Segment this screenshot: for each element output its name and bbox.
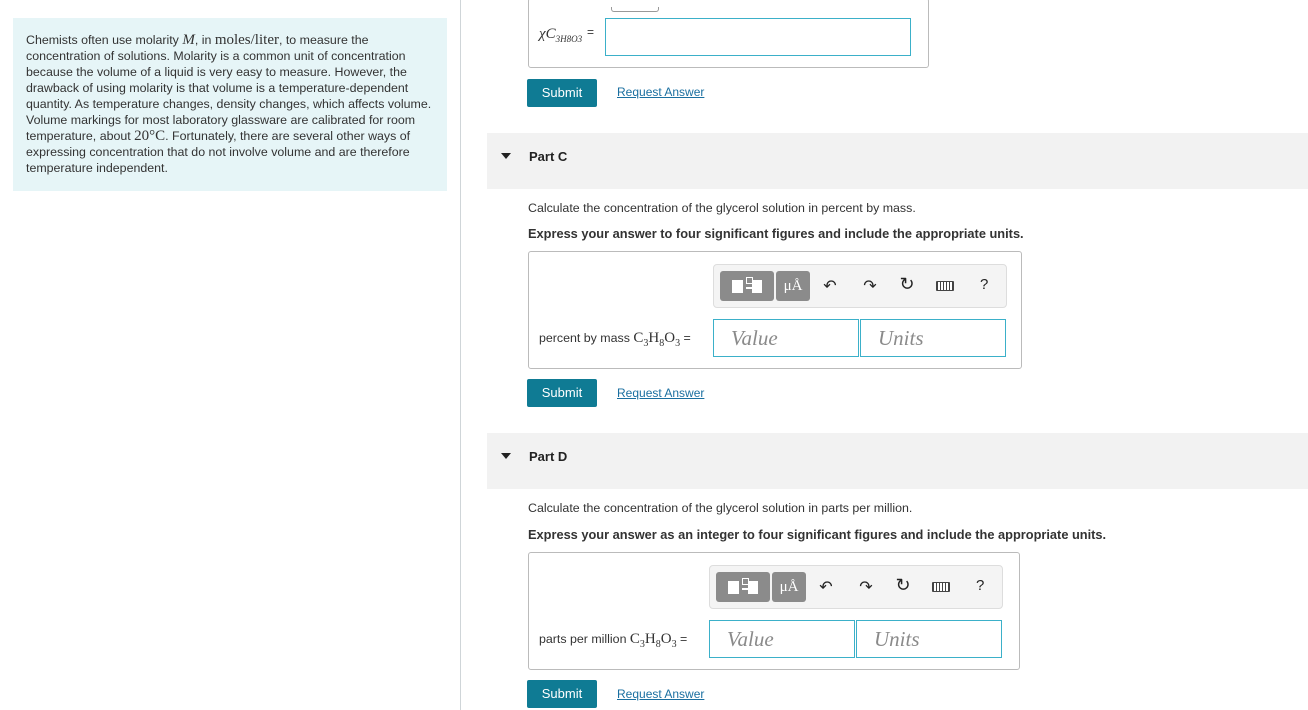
part-c-header[interactable]: Part C — [487, 133, 1308, 189]
units-icon[interactable]: μÅ — [776, 271, 810, 301]
intro-panel: Chemists often use molarity M, in moles/… — [13, 18, 447, 191]
part-b-submit-button[interactable]: Submit — [527, 79, 597, 107]
part-d-title: Part D — [529, 449, 568, 464]
part-c-answer-box: μÅ ↶ ↷ ↻ ? percent by mass C3H8O3 = Valu… — [528, 251, 1022, 369]
undo-icon[interactable]: ↶ — [816, 577, 836, 597]
part-d-request-answer-link[interactable]: Request Answer — [617, 687, 704, 701]
part-c-question: Calculate the concentration of the glyce… — [528, 201, 916, 215]
intro-text: Chemists often use molarity M, in moles/… — [26, 32, 432, 175]
part-d-instruction: Express your answer as an integer to fou… — [528, 527, 1107, 542]
help-icon[interactable]: ? — [976, 577, 984, 594]
undo-icon[interactable]: ↶ — [820, 276, 840, 296]
value-input[interactable]: Value — [709, 620, 855, 658]
part-c-instruction: Express your answer to four significant … — [528, 226, 1024, 241]
equals-sign: = — [587, 25, 595, 39]
reset-icon[interactable]: ↻ — [897, 274, 917, 295]
part-d-answer-box: μÅ ↶ ↷ ↻ ? parts per million C3H8O3 = Va… — [528, 552, 1020, 670]
help-icon[interactable]: ? — [980, 276, 988, 293]
redo-icon[interactable]: ↷ — [856, 577, 876, 597]
part-c-submit-button[interactable]: Submit — [527, 379, 597, 407]
part-d-question: Calculate the concentration of the glyce… — [528, 501, 913, 515]
templates-icon[interactable] — [716, 572, 770, 602]
mole-fraction-label: χC3H8O3 — [539, 26, 583, 44]
caret-down-icon — [501, 453, 511, 459]
units-input[interactable]: Units — [856, 620, 1002, 658]
reset-icon[interactable]: ↻ — [893, 575, 913, 596]
part-d-header[interactable]: Part D — [487, 433, 1308, 489]
part-c-request-answer-link[interactable]: Request Answer — [617, 386, 704, 400]
parts-per-million-label: parts per million C3H8O3 = — [539, 631, 688, 650]
caret-down-icon — [501, 153, 511, 159]
toolbar-tabs — [611, 0, 711, 30]
keyboard-icon[interactable] — [932, 582, 950, 592]
math-toolbar: μÅ ↶ ↷ ↻ ? — [713, 264, 1007, 308]
part-b-request-answer-link[interactable]: Request Answer — [617, 85, 704, 99]
keyboard-icon[interactable] — [936, 281, 954, 291]
units-input[interactable]: Units — [860, 319, 1006, 357]
templates-icon[interactable] — [720, 271, 774, 301]
part-b-answer-box: χC3H8O3 = — [528, 0, 929, 68]
percent-by-mass-label: percent by mass C3H8O3 = — [539, 330, 691, 349]
part-d-submit-button[interactable]: Submit — [527, 680, 597, 708]
mole-fraction-input[interactable] — [605, 18, 911, 56]
part-c-title: Part C — [529, 149, 568, 164]
units-icon[interactable]: μÅ — [772, 572, 806, 602]
math-toolbar: μÅ ↶ ↷ ↻ ? — [709, 565, 1003, 609]
redo-icon[interactable]: ↷ — [860, 276, 880, 296]
panel-divider — [460, 0, 461, 710]
value-input[interactable]: Value — [713, 319, 859, 357]
